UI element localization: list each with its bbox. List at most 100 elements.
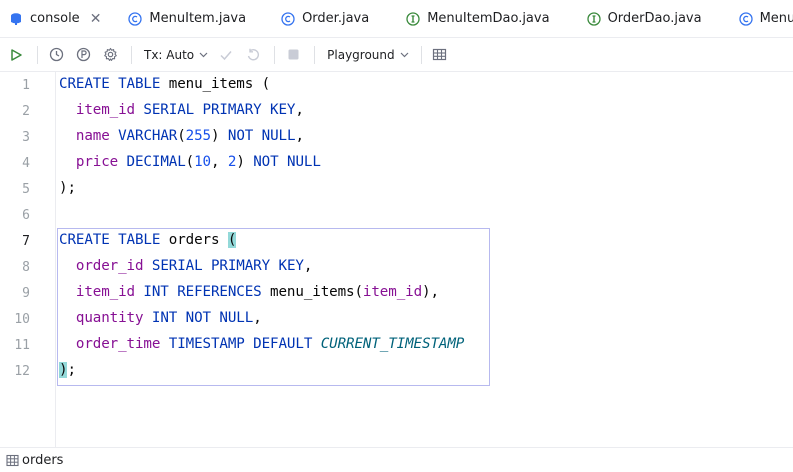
tab-menuitemdao-java[interactable]: MenuItemDao.java bbox=[397, 0, 557, 37]
tab-console[interactable]: console ✕ bbox=[0, 0, 110, 37]
stop-button[interactable] bbox=[281, 43, 305, 67]
code-line: ); bbox=[59, 362, 76, 378]
sql-keyword: NOT NULL bbox=[219, 128, 296, 144]
sql-keyword: INT REFERENCES bbox=[134, 284, 262, 300]
tab-label: OrderDao.java bbox=[607, 11, 702, 26]
punctuation: , bbox=[303, 258, 313, 274]
table-name: orders bbox=[160, 232, 228, 248]
sql-keyword: SERIAL PRIMARY KEY bbox=[134, 102, 296, 118]
code-line: item_id INT REFERENCES menu_items(item_i… bbox=[59, 284, 439, 300]
class-icon bbox=[280, 11, 296, 27]
code-line: ); bbox=[59, 180, 76, 196]
code-line: CREATE TABLE orders ( bbox=[59, 232, 236, 248]
matched-bracket: ( bbox=[227, 232, 237, 248]
database-console-icon bbox=[8, 11, 24, 27]
sql-editor[interactable]: 1 2 3 4 5 6 7 8 9 10 11 12 CREATE TABLE … bbox=[0, 72, 793, 447]
line-number: 5 bbox=[22, 182, 30, 197]
run-button[interactable] bbox=[4, 43, 28, 67]
punctuation: ; bbox=[67, 362, 76, 378]
class-icon bbox=[738, 11, 754, 27]
function-name: CURRENT_TIMESTAMP bbox=[320, 336, 465, 352]
line-number: 1 bbox=[22, 78, 30, 93]
editor-tab-bar: console ✕ MenuItem.java Order.java MenuI… bbox=[0, 0, 793, 38]
settings-button[interactable] bbox=[98, 43, 122, 67]
tab-menuitem-java[interactable]: MenuItem.java bbox=[119, 0, 254, 37]
code-line: CREATE TABLE menu_items ( bbox=[59, 76, 270, 92]
tab-label: MenuItem.java bbox=[149, 11, 247, 26]
transaction-mode-dropdown[interactable]: Tx: Auto bbox=[138, 43, 214, 67]
sql-keyword: TIMESTAMP DEFAULT bbox=[160, 336, 321, 352]
tab-menuit-truncated[interactable]: MenuIt bbox=[730, 0, 793, 37]
tab-order-java[interactable]: Order.java bbox=[272, 0, 377, 37]
undo-icon bbox=[247, 48, 260, 60]
punctuation: ( bbox=[354, 284, 363, 300]
open-paren: ( bbox=[261, 76, 271, 92]
tab-label: Order.java bbox=[302, 11, 370, 26]
schema-label: Playground bbox=[327, 47, 395, 62]
column-name: name bbox=[75, 128, 110, 144]
line-number: 11 bbox=[14, 338, 30, 353]
line-number: 8 bbox=[22, 260, 30, 275]
punctuation: , bbox=[295, 102, 304, 118]
tab-label: MenuIt bbox=[759, 11, 793, 26]
table-name: menu_items bbox=[160, 76, 262, 92]
table-reference: menu_items bbox=[261, 284, 355, 300]
breadcrumb-table-name[interactable]: orders bbox=[22, 453, 63, 468]
punctuation: ); bbox=[59, 180, 76, 196]
line-number: 12 bbox=[14, 364, 30, 379]
status-bar: orders bbox=[0, 447, 793, 472]
transaction-mode-label: Tx: Auto bbox=[144, 47, 195, 62]
toolbar-divider bbox=[314, 45, 316, 64]
explain-plan-icon bbox=[76, 47, 90, 62]
line-number: 10 bbox=[14, 312, 30, 327]
schema-dropdown[interactable]: Playground bbox=[321, 43, 414, 67]
sql-keyword: CREATE TABLE bbox=[59, 76, 161, 92]
table-icon bbox=[5, 453, 19, 467]
punctuation: , bbox=[253, 310, 262, 326]
interface-icon bbox=[586, 11, 602, 27]
column-name: item_id bbox=[362, 284, 423, 300]
class-icon bbox=[127, 11, 143, 27]
column-name: item_id bbox=[75, 102, 135, 118]
table-view-button[interactable] bbox=[428, 43, 452, 67]
table-icon bbox=[433, 48, 447, 61]
tab-label: MenuItemDao.java bbox=[427, 11, 550, 26]
line-number: 9 bbox=[22, 286, 30, 301]
toolbar-divider bbox=[274, 45, 276, 64]
current-statement-highlight bbox=[57, 228, 490, 386]
toolbar-divider bbox=[420, 45, 422, 64]
console-toolbar: Tx: Auto Playground bbox=[0, 38, 793, 72]
stop-icon bbox=[288, 49, 299, 60]
interface-icon bbox=[405, 11, 421, 27]
punctuation: ( bbox=[185, 154, 195, 170]
rollback-button[interactable] bbox=[241, 43, 265, 67]
sql-keyword: SERIAL PRIMARY KEY bbox=[143, 258, 304, 274]
punctuation: , bbox=[295, 128, 304, 144]
sql-keyword: VARCHAR bbox=[109, 128, 178, 144]
line-number: 4 bbox=[22, 156, 30, 171]
column-name: item_id bbox=[75, 284, 135, 300]
history-button[interactable] bbox=[44, 43, 68, 67]
code-line: price DECIMAL(10, 2) NOT NULL bbox=[59, 154, 321, 170]
code-line: order_id SERIAL PRIMARY KEY, bbox=[59, 258, 312, 274]
explain-plan-button[interactable] bbox=[71, 43, 95, 67]
clock-icon bbox=[49, 47, 63, 62]
close-tab-icon[interactable]: ✕ bbox=[90, 11, 102, 27]
punctuation: ), bbox=[422, 284, 439, 300]
column-name: quantity bbox=[75, 310, 144, 326]
run-icon bbox=[11, 48, 22, 61]
column-name: order_id bbox=[75, 258, 144, 274]
line-number: 3 bbox=[22, 130, 30, 145]
tab-label: console bbox=[30, 11, 80, 26]
line-number: 2 bbox=[22, 104, 30, 119]
sql-keyword: INT NOT NULL bbox=[143, 310, 254, 326]
code-line: name VARCHAR(255) NOT NULL, bbox=[59, 128, 304, 144]
punctuation: , bbox=[211, 154, 228, 170]
checkmark-icon bbox=[220, 50, 232, 60]
chevron-down-icon bbox=[199, 52, 208, 58]
code-line: item_id SERIAL PRIMARY KEY, bbox=[59, 102, 304, 118]
tab-orderdao-java[interactable]: OrderDao.java bbox=[578, 0, 710, 37]
commit-button[interactable] bbox=[214, 43, 238, 67]
column-name: price bbox=[75, 154, 119, 170]
chevron-down-icon bbox=[400, 52, 409, 58]
